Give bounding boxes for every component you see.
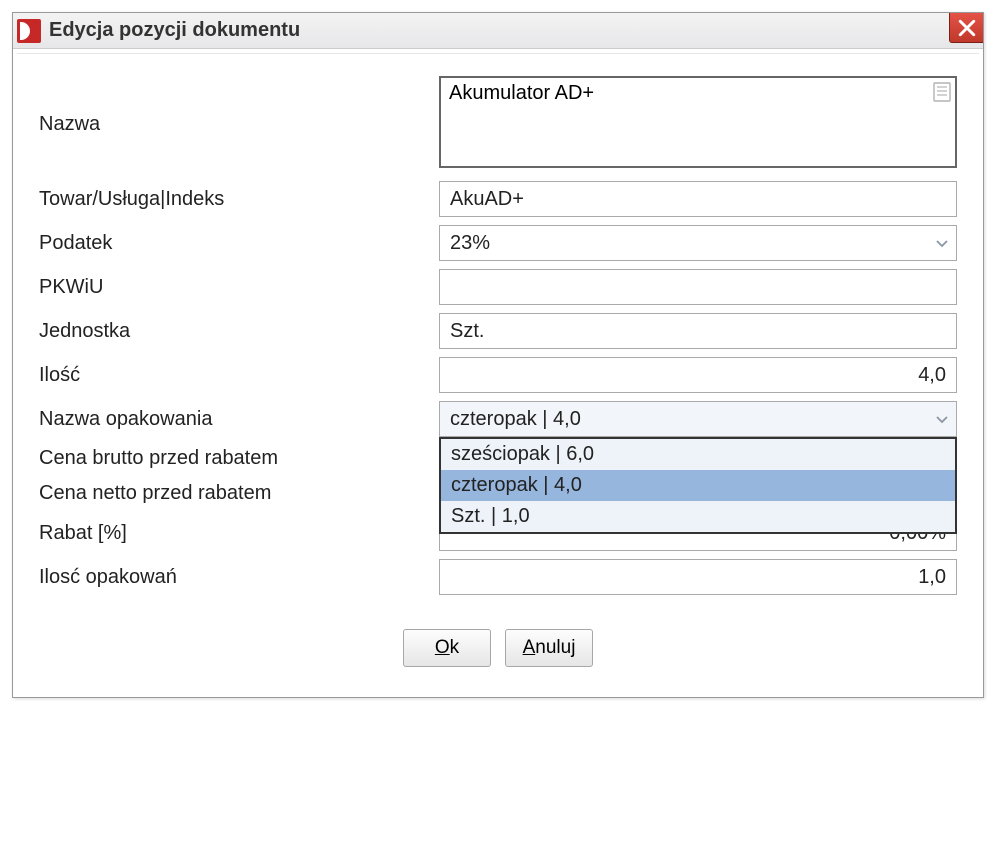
dropdown-option[interactable]: sześciopak | 6,0 [441,439,955,470]
label-nazwa: Nazwa [39,111,439,138]
close-icon [958,19,976,37]
label-ilosc: Ilość [39,362,439,389]
podatek-select[interactable]: 23% [439,225,957,261]
form-content: Nazwa Towar/Usługa|Indeks Podatek 23% [17,53,979,693]
label-nazwa-opakowania: Nazwa opakowania [39,406,439,433]
ok-button[interactable]: Ok [403,629,491,667]
ok-accel: O [435,637,450,658]
jednostka-input[interactable] [439,313,957,349]
cancel-accel: A [523,637,536,658]
close-button[interactable] [949,13,983,43]
nazwa-opakowania-select[interactable]: czteropak | 4,0 [439,401,957,437]
label-jednostka: Jednostka [39,318,439,345]
ilosc-opakowan-input[interactable] [439,559,957,595]
chevron-down-icon [934,411,950,427]
label-rabat: Rabat [%] [39,520,439,547]
label-ilosc-opakowan: Ilosć opakowań [39,564,439,591]
nazwa-opakowania-dropdown: sześciopak | 6,0 czteropak | 4,0 Szt. | … [439,437,957,534]
nazwa-input[interactable] [439,76,957,168]
ilosc-input[interactable] [439,357,957,393]
window-title: Edycja pozycji dokumentu [49,19,300,42]
cancel-button[interactable]: Anuluj [505,629,593,667]
pkwiu-input[interactable] [439,269,957,305]
label-towar-indeks: Towar/Usługa|Indeks [39,186,439,213]
cancel-rest: nuluj [535,637,575,658]
towar-indeks-input[interactable] [439,181,957,217]
dialog-edit-document-item: Edycja pozycji dokumentu Nazwa Towar/Usł… [12,12,984,698]
chevron-down-icon [934,235,950,251]
nazwa-opakowania-value: czteropak | 4,0 [450,408,581,431]
label-pkwiu: PKWiU [39,274,439,301]
podatek-value: 23% [450,232,490,255]
app-icon [17,19,41,43]
label-cena-brutto: Cena brutto przed rabatem [39,445,439,472]
nazwa-opakowania-wrap: czteropak | 4,0 sześciopak | 6,0 czterop… [439,401,957,437]
dialog-buttons: Ok Anuluj [39,595,957,681]
dropdown-option[interactable]: Szt. | 1,0 [441,501,955,532]
note-icon [933,82,951,102]
label-cena-netto: Cena netto przed rabatem [39,480,439,507]
label-podatek: Podatek [39,230,439,257]
titlebar: Edycja pozycji dokumentu [13,13,983,49]
field-nazwa-wrap [439,76,957,173]
dropdown-option[interactable]: czteropak | 4,0 [441,470,955,501]
ok-rest: k [450,637,460,658]
